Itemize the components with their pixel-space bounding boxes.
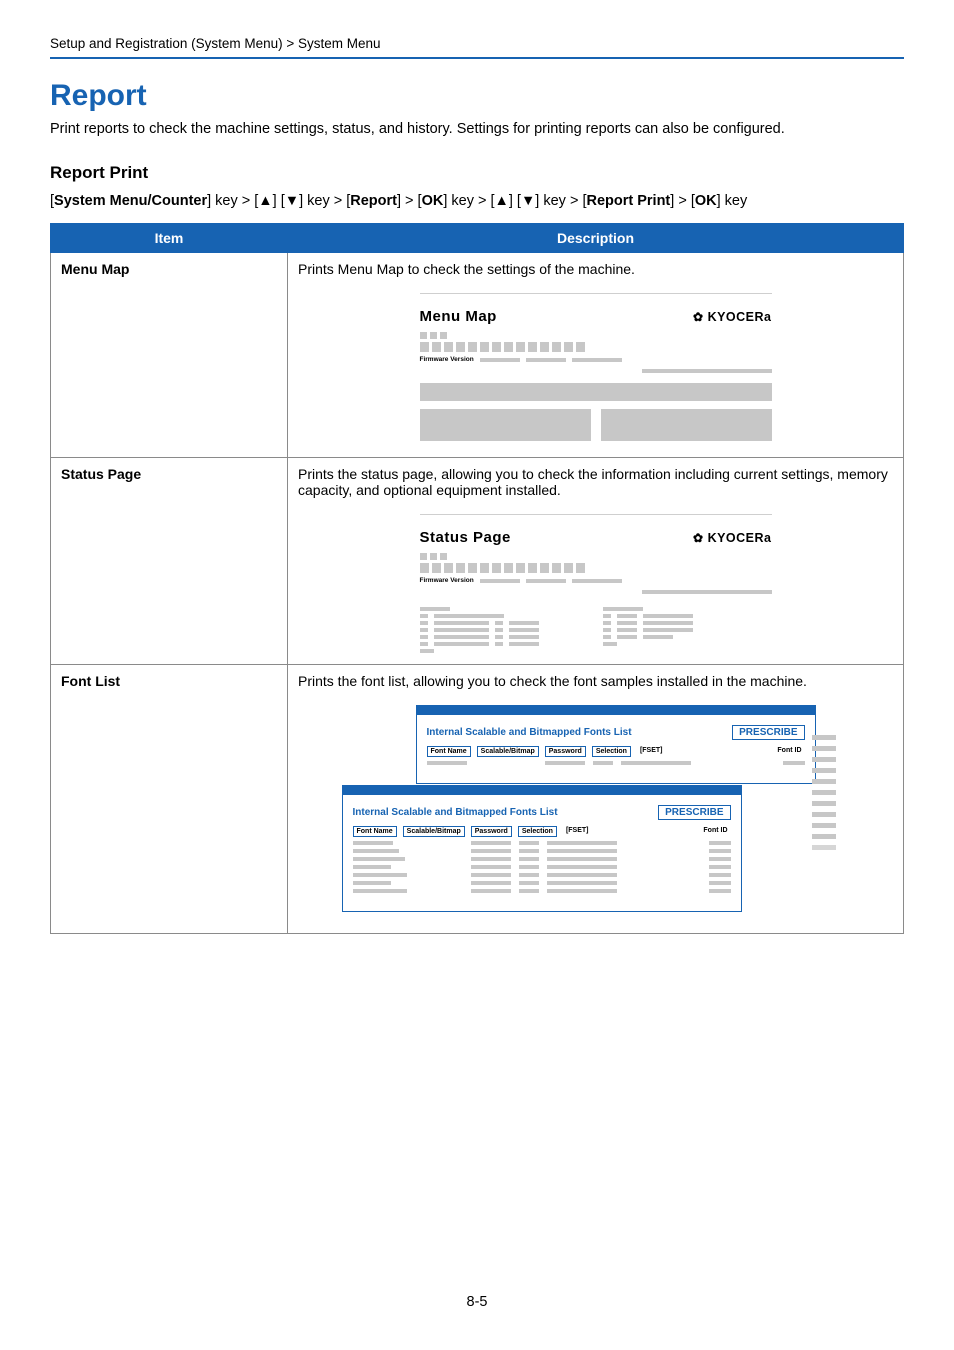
th-description: Description <box>288 224 904 253</box>
brand-logo: ✿ KYOCERa <box>693 531 772 545</box>
brand-mark-icon: ✿ <box>693 310 704 324</box>
row-description: Prints the status page, allowing you to … <box>298 466 893 498</box>
page-number: 8-5 <box>0 1294 954 1310</box>
description-cell: Prints the font list, allowing you to ch… <box>288 665 904 934</box>
status-page-illustration: Status Page ✿ KYOCERa Firmware Versio <box>420 514 772 656</box>
item-cell: Font List <box>51 665 288 934</box>
menu-map-illustration: Menu Map ✿ KYOCERa Firmware Version <box>420 293 772 449</box>
brand-logo: ✿ KYOCERa <box>693 310 772 324</box>
divider <box>50 57 904 59</box>
description-cell: Prints Menu Map to check the settings of… <box>288 253 904 458</box>
report-table: Item Description Menu Map Prints Menu Ma… <box>50 223 904 934</box>
table-row: Status Page Prints the status page, allo… <box>51 458 904 665</box>
table-row: Menu Map Prints Menu Map to check the se… <box>51 253 904 458</box>
item-cell: Status Page <box>51 458 288 665</box>
breadcrumb: Setup and Registration (System Menu) > S… <box>50 36 904 51</box>
illus-title: Menu Map <box>420 308 497 325</box>
page-title: Report <box>50 79 904 113</box>
row-description: Prints the font list, allowing you to ch… <box>298 673 893 689</box>
font-list-illustration: Internal Scalable and Bitmapped Fonts Li… <box>336 705 856 925</box>
brand-mark-icon: ✿ <box>693 531 704 545</box>
section-heading: Report Print <box>50 163 904 183</box>
th-item: Item <box>51 224 288 253</box>
navigation-path: [System Menu/Counter] key > [▲] [▼] key … <box>50 193 904 209</box>
table-row: Font List Prints the font list, allowing… <box>51 665 904 934</box>
illus-title: Status Page <box>420 529 511 546</box>
item-cell: Menu Map <box>51 253 288 458</box>
row-description: Prints Menu Map to check the settings of… <box>298 261 893 277</box>
description-cell: Prints the status page, allowing you to … <box>288 458 904 665</box>
lead-text: Print reports to check the machine setti… <box>50 121 904 137</box>
